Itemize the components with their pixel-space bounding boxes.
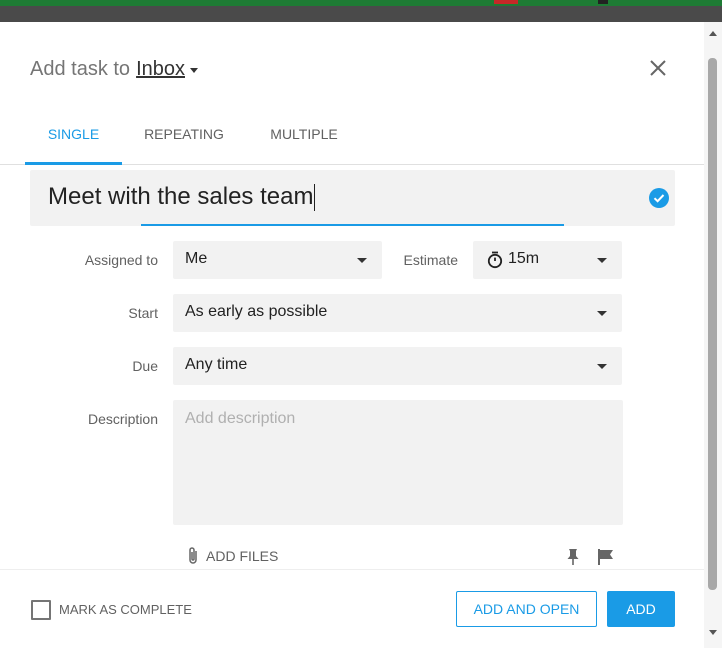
close-icon[interactable]	[646, 56, 670, 80]
task-title-input[interactable]: Meet with the sales team	[48, 183, 316, 211]
description-placeholder: Add description	[185, 410, 296, 427]
dialog-header: Add task to Inbox	[30, 58, 198, 81]
scrollbar[interactable]	[704, 22, 722, 648]
confirm-title-button[interactable]	[649, 188, 669, 208]
due-value: Any time	[185, 356, 248, 373]
scroll-up-arrow-icon[interactable]	[709, 31, 717, 36]
tab-multiple[interactable]: MULTIPLE	[258, 118, 350, 162]
paperclip-icon[interactable]	[186, 546, 200, 566]
close-button[interactable]	[646, 56, 670, 80]
estimate-value: 15m	[508, 250, 540, 267]
top-dark-chip	[598, 0, 608, 4]
add-button[interactable]: ADD	[607, 591, 675, 627]
dialog-title-prefix: Add task to	[30, 58, 131, 80]
chevron-down-icon	[597, 258, 607, 263]
description-textarea[interactable]: Add description	[173, 400, 623, 525]
task-title-text: Meet with the sales team	[48, 183, 314, 210]
assigned-to-value: Me	[185, 250, 208, 267]
top-accent-strip	[0, 0, 722, 6]
chevron-down-icon	[597, 311, 607, 316]
task-type-tabs: SINGLE REPEATING MULTIPLE	[0, 118, 704, 165]
start-select[interactable]: As early as possible	[173, 294, 622, 332]
mark-complete-checkbox[interactable]	[31, 600, 51, 620]
check-icon[interactable]	[649, 188, 669, 208]
assigned-to-label: Assigned to	[84, 252, 158, 268]
mark-complete-label[interactable]: MARK AS COMPLETE	[59, 602, 192, 617]
scroll-down-arrow-icon[interactable]	[709, 630, 717, 635]
start-value: As early as possible	[185, 303, 328, 320]
chevron-down-icon	[597, 364, 607, 369]
description-label: Description	[87, 411, 158, 427]
add-files-button[interactable]: ADD FILES	[186, 546, 278, 566]
add-files-label: ADD FILES	[206, 548, 279, 564]
due-select[interactable]: Any time	[173, 347, 622, 385]
scrollbar-thumb[interactable]	[708, 58, 717, 590]
start-label: Start	[128, 305, 158, 321]
add-task-dialog: Add task to Inbox SINGLE REPEATING MULTI…	[0, 22, 704, 648]
browser-top-strip	[0, 0, 722, 22]
pin-icon[interactable]	[565, 548, 581, 566]
chevron-down-icon	[357, 258, 367, 263]
tab-repeating[interactable]: REPEATING	[135, 118, 233, 162]
top-red-chip	[494, 0, 518, 4]
dialog-footer: MARK AS COMPLETE ADD AND OPEN ADD	[0, 569, 704, 649]
title-focus-underline	[141, 224, 564, 226]
project-selector[interactable]: Inbox	[136, 58, 185, 81]
tab-single[interactable]: SINGLE	[25, 118, 122, 165]
add-and-open-button[interactable]: ADD AND OPEN	[456, 591, 597, 627]
flag-icon[interactable]	[597, 548, 615, 566]
due-label: Due	[132, 358, 158, 374]
text-cursor	[314, 183, 316, 211]
task-title-field[interactable]: Meet with the sales team	[30, 170, 675, 226]
caret-down-icon[interactable]	[190, 68, 198, 73]
assigned-to-select[interactable]: Me	[173, 241, 382, 279]
estimate-label: Estimate	[403, 252, 458, 268]
estimate-select[interactable]: 15m	[473, 241, 622, 279]
timer-icon	[487, 251, 503, 269]
